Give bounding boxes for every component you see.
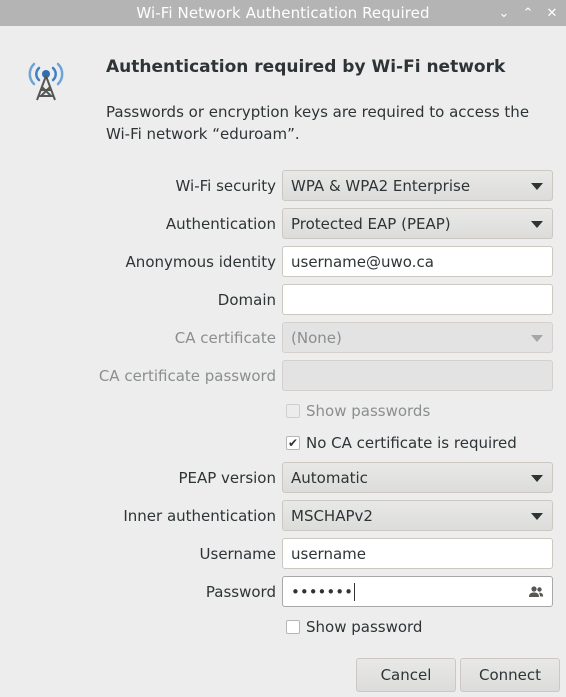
show-password-checkbox[interactable]: Show password (286, 617, 422, 637)
anonymous-identity-label: Anonymous identity (125, 252, 276, 271)
domain-label: Domain (217, 290, 276, 309)
inner-authentication-value: MSCHAPv2 (291, 506, 373, 525)
show-passwords-label: Show passwords (306, 402, 431, 420)
dropdown-arrow-icon (531, 513, 543, 520)
ca-certificate-password-input[interactable] (282, 360, 553, 391)
peap-version-row: PEAP version Automatic (0, 462, 566, 493)
close-icon[interactable]: ✕ (544, 5, 560, 21)
dropdown-arrow-icon (531, 183, 543, 190)
dropdown-arrow-icon (531, 335, 543, 342)
text-caret (353, 582, 355, 601)
domain-row: Domain (0, 284, 566, 315)
anonymous-identity-row: Anonymous identity username@uwo.ca (0, 246, 566, 277)
peap-version-value: Automatic (291, 468, 368, 487)
cancel-button-label: Cancel (380, 666, 432, 684)
authentication-row: Authentication Protected EAP (PEAP) (0, 208, 566, 239)
wifi-security-row: Wi-Fi security WPA & WPA2 Enterprise (0, 170, 566, 201)
ca-certificate-password-label: CA certificate password (98, 366, 276, 385)
ca-certificate-password-row: CA certificate password (0, 360, 566, 391)
username-label: Username (199, 544, 276, 563)
dialog-message: Passwords or encryption keys are require… (106, 103, 530, 143)
ca-certificate-label: CA certificate (174, 328, 276, 347)
dialog-heading: Authentication required by Wi-Fi network (106, 57, 506, 77)
ca-certificate-dropdown[interactable]: (None) (282, 322, 553, 353)
checkmark-icon: ✔ (286, 436, 300, 450)
anonymous-identity-value: username@uwo.ca (291, 252, 434, 271)
wifi-security-value: WPA & WPA2 Enterprise (291, 176, 471, 195)
cancel-button[interactable]: Cancel (356, 658, 456, 692)
dropdown-arrow-icon (531, 221, 543, 228)
peap-version-dropdown[interactable]: Automatic (282, 462, 553, 493)
checkbox-box (286, 404, 300, 418)
ca-certificate-row: CA certificate (None) (0, 322, 566, 353)
username-value: username (291, 544, 366, 563)
window-controls: ⌄ ⌃ ✕ (496, 0, 560, 26)
window-title: Wi-Fi Network Authentication Required (136, 4, 430, 22)
peap-version-label: PEAP version (178, 468, 276, 487)
anonymous-identity-input[interactable]: username@uwo.ca (282, 246, 553, 277)
password-value: ••••••• (291, 582, 353, 601)
connect-button-label: Connect (478, 666, 542, 684)
authentication-dropdown[interactable]: Protected EAP (PEAP) (282, 208, 553, 239)
authentication-label: Authentication (165, 214, 276, 233)
domain-input[interactable] (282, 284, 553, 315)
maximize-icon[interactable]: ⌃ (520, 5, 536, 21)
wireless-tower-icon (28, 62, 64, 101)
password-row: Password ••••••• (0, 576, 566, 607)
password-label: Password (205, 582, 276, 601)
dropdown-arrow-icon (531, 475, 543, 482)
no-ca-required-label: No CA certificate is required (306, 434, 517, 452)
ca-certificate-value: (None) (291, 328, 342, 347)
dialog-content: Authentication required by Wi-Fi network… (0, 26, 566, 697)
password-input[interactable]: ••••••• (282, 576, 553, 607)
minimize-icon[interactable]: ⌄ (496, 5, 512, 21)
wifi-security-dropdown[interactable]: WPA & WPA2 Enterprise (282, 170, 553, 201)
inner-authentication-label: Inner authentication (123, 506, 276, 525)
users-icon[interactable] (528, 584, 544, 600)
username-input[interactable]: username (282, 538, 553, 569)
title-bar: Wi-Fi Network Authentication Required ⌄ … (0, 0, 566, 26)
wifi-security-label: Wi-Fi security (175, 176, 276, 195)
show-password-label: Show password (306, 618, 423, 636)
show-passwords-checkbox[interactable]: Show passwords (286, 401, 430, 421)
connect-button[interactable]: Connect (460, 658, 560, 692)
checkbox-box (286, 620, 300, 634)
inner-authentication-row: Inner authentication MSCHAPv2 (0, 500, 566, 531)
username-row: Username username (0, 538, 566, 569)
authentication-value: Protected EAP (PEAP) (291, 214, 451, 233)
no-ca-required-checkbox[interactable]: ✔ No CA certificate is required (286, 433, 517, 453)
inner-authentication-dropdown[interactable]: MSCHAPv2 (282, 500, 553, 531)
